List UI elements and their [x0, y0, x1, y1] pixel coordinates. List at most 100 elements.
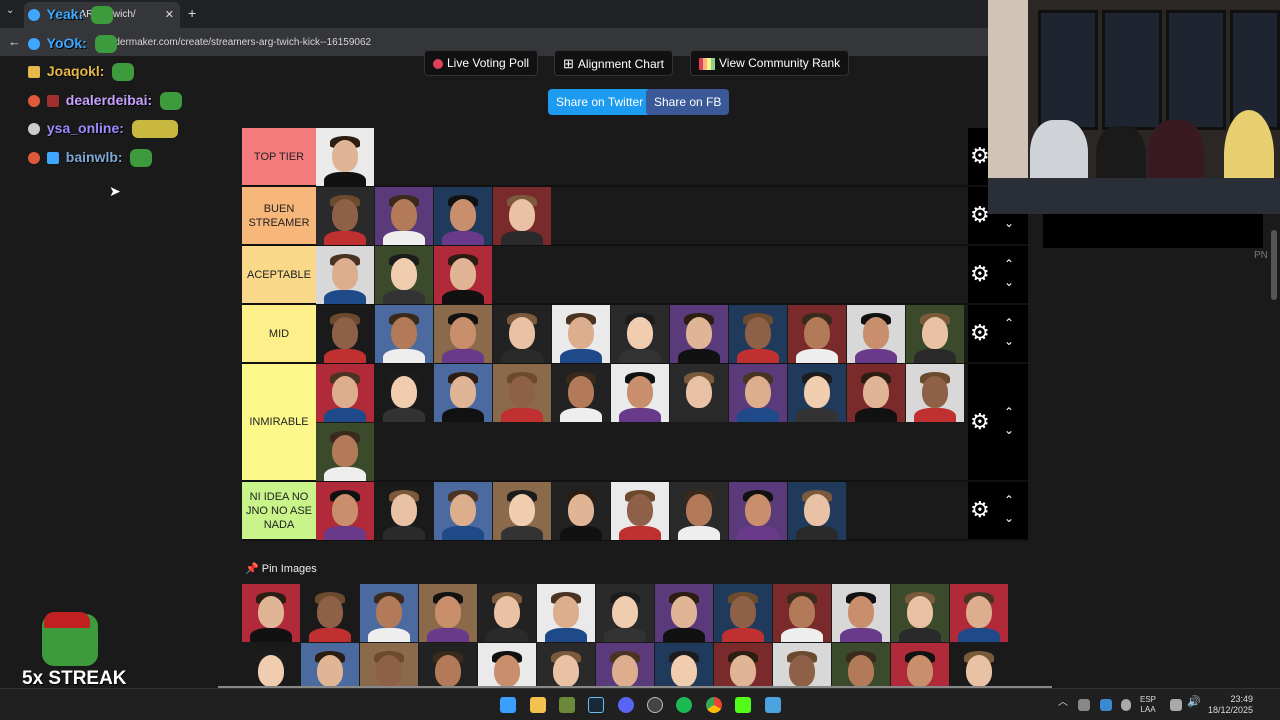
streamer-thumbnail[interactable] — [375, 246, 433, 304]
pin-image-thumbnail[interactable] — [419, 584, 477, 642]
streamer-thumbnail[interactable] — [729, 364, 787, 422]
start-icon[interactable] — [500, 697, 516, 713]
vertical-scrollbar[interactable] — [1271, 230, 1277, 300]
tier-label[interactable]: ACEPTABLE — [242, 246, 316, 303]
microphone-icon[interactable] — [1121, 699, 1131, 711]
share-twitter-button[interactable]: Share on Twitter — [548, 89, 652, 115]
streamer-thumbnail[interactable] — [670, 482, 728, 540]
back-arrow-icon[interactable]: ← — [8, 34, 21, 49]
url-field[interactable]: ...dermaker.com/create/streamers-arg-twi… — [106, 37, 371, 48]
live-voting-poll-button[interactable]: Live Voting Poll — [424, 50, 539, 76]
chevron-down-icon[interactable]: ⌄ — [1004, 423, 1014, 437]
pin-image-thumbnail[interactable] — [891, 584, 949, 642]
streamer-thumbnail[interactable] — [493, 482, 551, 540]
chevron-up-icon[interactable]: ⌃ — [1004, 405, 1014, 419]
language-indicator[interactable]: ESP LAA — [1140, 695, 1156, 715]
streamer-thumbnail[interactable] — [670, 305, 728, 363]
streamer-thumbnail[interactable] — [316, 423, 374, 481]
streamer-thumbnail[interactable] — [434, 187, 492, 245]
pin-image-thumbnail[interactable] — [773, 584, 831, 642]
tier-label[interactable]: BUEN STREAMER — [242, 187, 316, 244]
streamer-thumbnail[interactable] — [788, 482, 846, 540]
tray-chevron-icon[interactable]: ︿ — [1058, 698, 1068, 708]
streamer-thumbnail[interactable] — [611, 482, 669, 540]
chrome-icon[interactable] — [706, 697, 722, 713]
pin-image-thumbnail[interactable] — [655, 584, 713, 642]
share-fb-button[interactable]: Share on FB — [646, 89, 730, 115]
streamer-thumbnail[interactable] — [434, 305, 492, 363]
pin-image-thumbnail[interactable] — [950, 584, 1008, 642]
pin-image-thumbnail[interactable] — [832, 584, 890, 642]
gear-icon[interactable]: ⚙ — [970, 497, 990, 523]
streamer-thumbnail[interactable] — [316, 187, 374, 245]
streamer-thumbnail[interactable] — [552, 364, 610, 422]
kick-icon[interactable] — [735, 697, 751, 713]
tier-label[interactable]: MID — [242, 305, 316, 362]
discord-icon[interactable] — [618, 697, 634, 713]
streamer-thumbnail[interactable] — [493, 364, 551, 422]
streamer-thumbnail[interactable] — [611, 364, 669, 422]
streamer-thumbnail[interactable] — [316, 364, 374, 422]
streamer-thumbnail[interactable] — [316, 128, 374, 186]
streamer-thumbnail[interactable] — [493, 187, 551, 245]
streamer-thumbnail[interactable] — [316, 246, 374, 304]
streamer-thumbnail[interactable] — [670, 364, 728, 422]
streamer-thumbnail[interactable] — [906, 364, 964, 422]
tier-label[interactable]: TOP TIER — [242, 128, 316, 185]
steam-icon[interactable] — [588, 697, 604, 713]
pin-image-thumbnail[interactable] — [360, 584, 418, 642]
new-tab-icon[interactable]: + — [188, 5, 196, 21]
streamer-thumbnail[interactable] — [375, 482, 433, 540]
chevron-up-icon[interactable]: ⌃ — [1004, 257, 1014, 271]
gear-icon[interactable]: ⚙ — [970, 143, 990, 169]
volume-icon[interactable]: 🔊 — [1187, 697, 1201, 708]
alignment-chart-button[interactable]: ⊞ Alignment Chart — [554, 50, 673, 76]
notepad-icon[interactable] — [765, 697, 781, 713]
streamer-thumbnail[interactable] — [729, 482, 787, 540]
tier-items[interactable] — [316, 482, 968, 540]
pin-image-thumbnail[interactable] — [478, 584, 536, 642]
streamer-thumbnail[interactable] — [434, 482, 492, 540]
streamer-thumbnail[interactable] — [611, 305, 669, 363]
app-icon[interactable] — [559, 697, 575, 713]
chevron-down-icon[interactable]: ⌄ — [1004, 216, 1014, 230]
streamer-thumbnail[interactable] — [375, 364, 433, 422]
tier-items[interactable] — [316, 128, 968, 186]
streamer-thumbnail[interactable] — [788, 305, 846, 363]
spotify-icon[interactable] — [676, 697, 692, 713]
tier-items[interactable] — [316, 246, 968, 304]
chevron-down-icon[interactable]: ⌄ — [1004, 275, 1014, 289]
streamer-thumbnail[interactable] — [552, 305, 610, 363]
streamer-thumbnail[interactable] — [847, 364, 905, 422]
tier-label[interactable]: NI IDEA NO JNO NO ASE NADA — [242, 482, 316, 539]
gear-icon[interactable]: ⚙ — [970, 261, 990, 287]
streamer-thumbnail[interactable] — [906, 305, 964, 363]
pin-image-thumbnail[interactable] — [537, 584, 595, 642]
tier-items[interactable] — [316, 187, 968, 245]
network-icon[interactable] — [1170, 699, 1182, 711]
streamer-thumbnail[interactable] — [434, 246, 492, 304]
community-rank-button[interactable]: View Community Rank — [690, 50, 850, 76]
pin-image-thumbnail[interactable] — [242, 584, 300, 642]
close-tab-icon[interactable]: ✕ — [165, 8, 174, 21]
chevron-down-icon[interactable]: ⌄ — [1004, 334, 1014, 348]
streamer-thumbnail[interactable] — [847, 305, 905, 363]
streamer-thumbnail[interactable] — [375, 305, 433, 363]
chevron-up-icon[interactable]: ⌃ — [1004, 316, 1014, 330]
streamer-thumbnail[interactable] — [375, 187, 433, 245]
obs-icon[interactable] — [647, 697, 663, 713]
streamer-thumbnail[interactable] — [729, 305, 787, 363]
clock[interactable]: 23:49 18/12/2025 — [1208, 694, 1253, 716]
chevron-down-icon[interactable]: ⌄ — [1004, 511, 1014, 525]
tray-icon[interactable] — [1078, 699, 1090, 711]
chevron-up-icon[interactable]: ⌃ — [1004, 493, 1014, 507]
streamer-thumbnail[interactable] — [434, 364, 492, 422]
gear-icon[interactable]: ⚙ — [970, 320, 990, 346]
streamer-thumbnail[interactable] — [316, 305, 374, 363]
streamer-thumbnail[interactable] — [788, 364, 846, 422]
pin-image-thumbnail[interactable] — [714, 584, 772, 642]
tier-items[interactable] — [316, 305, 968, 363]
tray-icon[interactable] — [1100, 699, 1112, 711]
gear-icon[interactable]: ⚙ — [970, 202, 990, 228]
pin-image-thumbnail[interactable] — [596, 584, 654, 642]
